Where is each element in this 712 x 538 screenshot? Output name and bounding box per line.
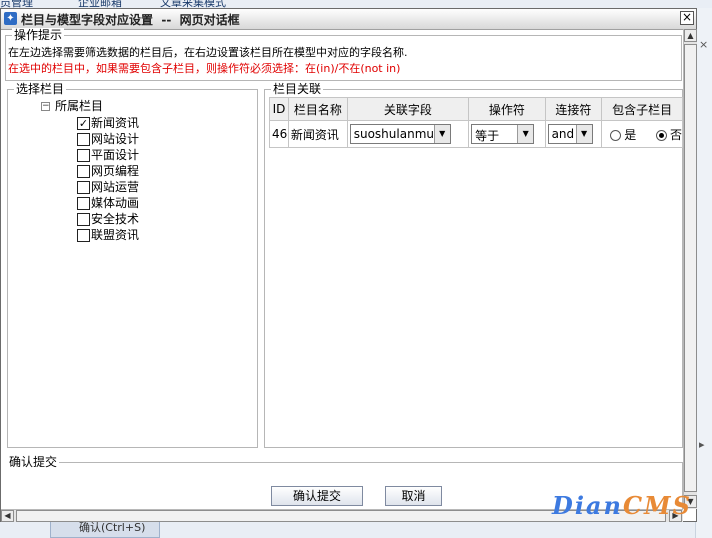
column-header-include-children: 包含子栏目	[601, 97, 683, 121]
relation-panel: 栏目关联 ID 栏目名称 关联字段 操作符 连接符 包含子栏目 46 新闻资讯 …	[264, 82, 683, 448]
tree-item-label: 平面设计	[91, 148, 140, 162]
hint-text: 在左边选择需要筛选数据的栏目后，在右边设置该栏目所在模型中对应的字段名称.	[8, 46, 408, 59]
hint-legend: 操作提示	[12, 28, 65, 42]
hint-section: 操作提示 在左边选择需要筛选数据的栏目后，在右边设置该栏目所在模型中对应的字段名…	[5, 28, 682, 81]
include-children-no-radio[interactable]	[655, 129, 667, 141]
category-panel: 选择栏目 − 所属栏目 ✓ 新闻资讯 网站设计 平面设计 网页编程 网站运营 媒体动…	[7, 82, 258, 448]
column-header-operator: 操作符	[468, 97, 546, 121]
connector-select-value: and	[551, 127, 575, 141]
checkbox-site-operation[interactable]	[77, 181, 90, 194]
table-row: 46 新闻资讯 suoshulanmu ▼ 等于 ▼ and ▼ 是 否	[269, 120, 683, 148]
tree-root-label: 所属栏目	[55, 99, 104, 113]
vertical-scroll-thumb[interactable]	[684, 44, 697, 492]
operator-select-value: 等于	[475, 129, 500, 143]
confirm-legend: 确认提交	[7, 455, 60, 469]
dian-cms-watermark: DianCMS	[552, 491, 692, 520]
column-header-field: 关联字段	[346, 97, 470, 121]
tree-collapse-icon[interactable]: −	[41, 102, 50, 111]
cancel-button[interactable]: 取消	[385, 486, 442, 506]
tree-item-news[interactable]: ✓ 新闻资讯	[77, 115, 139, 131]
include-children-yes-radio[interactable]	[610, 129, 622, 141]
column-header-connector: 连接符	[544, 97, 603, 121]
dropdown-arrow-icon[interactable]: ▼	[517, 125, 534, 143]
tree-item-label: 媒体动画	[91, 196, 140, 210]
connector-select[interactable]: and ▼	[547, 124, 593, 144]
include-children-yes-label: 是	[624, 127, 637, 142]
tree-item-media-animation[interactable]: 媒体动画	[77, 195, 139, 211]
tree-item-label: 网站运营	[91, 180, 140, 194]
row-include-children-cell: 是 否	[601, 120, 683, 148]
dialog-title: 栏目与模型字段对应设置 -- 网页对话框	[21, 13, 240, 27]
vertical-scrollbar[interactable]: ▲ ▼	[683, 29, 697, 509]
background-right-edge: × ▸	[695, 8, 712, 538]
column-header-name: 栏目名称	[287, 97, 348, 121]
row-connector-cell: and ▼	[544, 120, 603, 148]
row-field-cell: suoshulanmu ▼	[346, 120, 470, 148]
tree-item-web-programming[interactable]: 网页编程	[77, 163, 139, 179]
operator-select[interactable]: 等于 ▼	[471, 124, 535, 144]
field-select-value: suoshulanmu	[353, 127, 434, 141]
tree-item-site-operation[interactable]: 网站运营	[77, 179, 139, 195]
checkbox-media-animation[interactable]	[77, 197, 90, 210]
checkbox-web-design[interactable]	[77, 133, 90, 146]
dropdown-arrow-icon[interactable]: ▼	[433, 125, 450, 143]
tree-item-label: 网页编程	[91, 164, 140, 178]
field-select[interactable]: suoshulanmu ▼	[349, 124, 451, 144]
close-icon: ×	[681, 10, 693, 24]
background-confirm-tab[interactable]: 确认(Ctrl+S)	[50, 520, 160, 538]
tree-root[interactable]: − 所属栏目	[41, 97, 103, 114]
scroll-left-icon[interactable]: ◀	[1, 510, 14, 522]
tree-item-label: 新闻资讯	[91, 116, 140, 130]
column-header-id: ID	[269, 97, 289, 121]
table-header-row: ID 栏目名称 关联字段 操作符 连接符 包含子栏目	[269, 97, 683, 121]
tree-item-label: 安全技术	[91, 212, 140, 226]
dialog-window: ✦ 栏目与模型字段对应设置 -- 网页对话框 × 操作提示 在左边选择需要筛选数…	[0, 8, 697, 522]
tree-item-alliance-news[interactable]: 联盟资讯	[77, 227, 139, 243]
tree-item-security[interactable]: 安全技术	[77, 211, 139, 227]
submit-button[interactable]: 确认提交	[271, 486, 363, 506]
checkbox-web-programming[interactable]	[77, 165, 90, 178]
scroll-up-icon[interactable]: ▲	[684, 29, 697, 42]
row-operator-cell: 等于 ▼	[468, 120, 546, 148]
dialog-app-icon: ✦	[4, 12, 17, 25]
tree-item-label: 联盟资讯	[91, 228, 140, 242]
hint-warning-text: 在选中的栏目中，如果需要包含子栏目，则操作符必须选择：在(in)/不在(not …	[8, 62, 401, 75]
dropdown-arrow-icon[interactable]: ▼	[575, 125, 592, 143]
checkbox-security[interactable]	[77, 213, 90, 226]
row-category-name: 新闻资讯	[287, 120, 348, 148]
include-children-no-label: 否	[669, 127, 682, 142]
checkbox-news[interactable]: ✓	[77, 117, 90, 130]
checkbox-alliance-news[interactable]	[77, 229, 90, 242]
relation-table: ID 栏目名称 关联字段 操作符 连接符 包含子栏目 46 新闻资讯 suosh…	[269, 97, 683, 148]
dialog-titlebar[interactable]: ✦ 栏目与模型字段对应设置 -- 网页对话框 ×	[1, 9, 696, 30]
tree-item-web-design[interactable]: 网站设计	[77, 131, 139, 147]
tree-item-label: 网站设计	[91, 132, 140, 146]
close-button[interactable]: ×	[680, 11, 694, 25]
category-panel-legend: 选择栏目	[14, 82, 67, 96]
row-id: 46	[269, 120, 289, 148]
checkbox-graphic-design[interactable]	[77, 149, 90, 162]
tree-item-graphic-design[interactable]: 平面设计	[77, 147, 139, 163]
